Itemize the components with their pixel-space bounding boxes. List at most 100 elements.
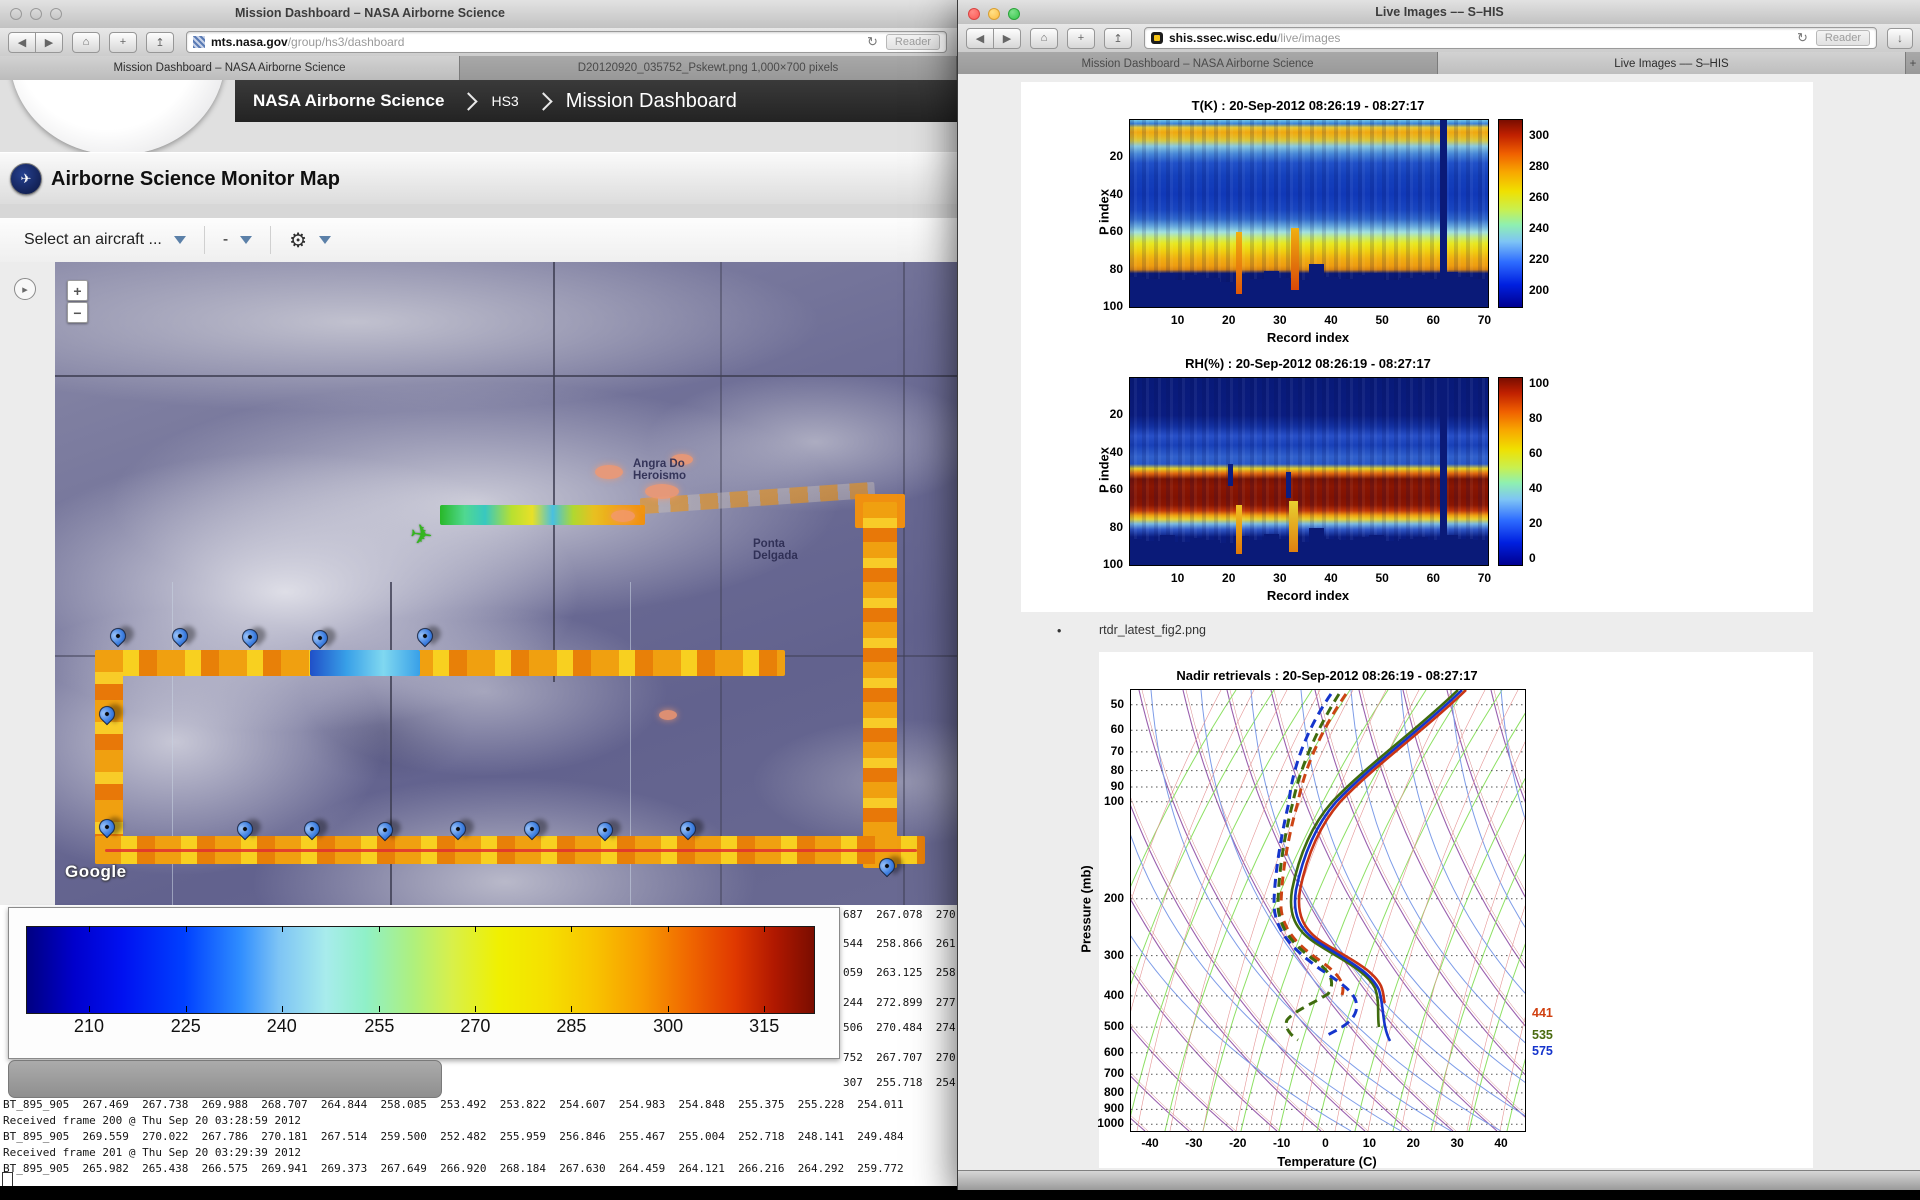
settings-menu[interactable]: ⚙ — [289, 228, 331, 253]
pressure-tick-label: 90 — [1084, 779, 1124, 793]
colorbar-tick-mark — [379, 926, 380, 932]
forward-button[interactable]: ▶ — [994, 28, 1021, 49]
tab-live-images[interactable]: Live Images –– S–HIS — [1438, 52, 1906, 76]
range-select[interactable]: - — [223, 231, 252, 249]
pressure-tick-label: 80 — [1084, 763, 1124, 777]
hurricane-map[interactable]: ✈ Angra Do Heroismo Ponta Delgada + — [55, 262, 957, 905]
terminal-line-fragment: 059 263.125 258.706 — [843, 966, 957, 979]
tk-colorbar — [1498, 119, 1523, 308]
tk-spike — [1236, 232, 1242, 294]
reader-button[interactable]: Reader — [1816, 30, 1870, 46]
image-link-rtdr-fig2[interactable]: rtdr_latest_fig2.png — [1099, 623, 1206, 637]
address-bar[interactable]: shis.ssec.wisc.edu /live/images ↻ Reader — [1144, 27, 1877, 49]
surface-bar — [1324, 277, 1339, 307]
minimize-window-icon[interactable] — [30, 8, 42, 20]
home-button[interactable]: ⌂ — [72, 32, 100, 53]
reload-icon[interactable]: ↻ — [1793, 30, 1812, 46]
tab-mission-dashboard[interactable]: Mission Dashboard – NASA Airborne Scienc… — [958, 52, 1438, 76]
x-tick-label: 20 — [1222, 313, 1235, 327]
back-button[interactable]: ◀ — [966, 28, 994, 49]
aircraft-select[interactable]: Select an aircraft ... — [24, 231, 186, 249]
y-tick-label: 80 — [1083, 262, 1123, 276]
surface-bar — [1190, 275, 1205, 307]
colorbar-tick-label: 60 — [1529, 446, 1542, 460]
colorbar-tick-label: 315 — [749, 1016, 779, 1037]
surface-bar — [1339, 279, 1354, 307]
right-titlebar[interactable]: Live Images –– S–HIS — [958, 0, 1920, 25]
rh-surface-profile — [1130, 520, 1488, 565]
site-favicon — [193, 36, 205, 48]
url-host: shis.ssec.wisc.edu — [1169, 31, 1277, 45]
terminal-output[interactable]: 210225240255270285300315 687 267.078 270… — [0, 905, 957, 1186]
skewt-canvas — [1131, 690, 1525, 1131]
forward-button[interactable]: ▶ — [36, 32, 63, 53]
tab-pskewt-image[interactable]: D20120920_035752_Pskewt.png 1,000×700 pi… — [460, 56, 957, 80]
temperature-tick-label: -40 — [1141, 1136, 1158, 1150]
downloads-button[interactable]: ↓ — [1887, 28, 1913, 49]
x-tick-label: 60 — [1427, 571, 1440, 585]
y-tick-label: 100 — [1083, 557, 1123, 571]
sidebar-expand-button[interactable]: ▸ — [14, 278, 36, 300]
aircraft-select-value: Select an aircraft ... — [24, 231, 162, 249]
x-tick-label: 70 — [1478, 571, 1491, 585]
satellite-clouds — [55, 262, 957, 905]
surface-bar — [1354, 275, 1369, 307]
new-tab-stub[interactable]: + — [1906, 52, 1920, 76]
colorbar-tick-mark — [764, 926, 765, 932]
x-tick-label: 70 — [1478, 313, 1491, 327]
colorbar-tick-mark — [282, 926, 283, 932]
temperature-tick-label: 0 — [1322, 1136, 1329, 1150]
surface-bar — [1473, 279, 1488, 307]
compass-logo — [10, 80, 225, 152]
back-button[interactable]: ◀ — [8, 32, 36, 53]
left-nav-toolbar: ◀ ▶ ⌂ + ↥ mts.nasa.gov /group/hs3/dashbo… — [0, 28, 957, 57]
new-tab-button[interactable]: + — [109, 32, 137, 53]
graticule-line — [720, 262, 722, 905]
new-tab-button[interactable]: + — [1067, 28, 1095, 49]
rh-plot-title: RH(%) : 20-Sep-2012 08:26:19 - 08:27:17 — [1129, 356, 1487, 371]
y-tick-label: 40 — [1083, 187, 1123, 201]
breadcrumb-nasa-airborne-science[interactable]: NASA Airborne Science — [253, 91, 444, 111]
rh-missing-record — [1440, 378, 1447, 565]
rh-colorbar — [1498, 377, 1523, 566]
zoom-window-icon[interactable] — [50, 8, 62, 20]
tab-mission-dashboard[interactable]: Mission Dashboard – NASA Airborne Scienc… — [0, 56, 460, 80]
aircraft-icon[interactable]: ✈ — [408, 519, 435, 553]
surface-bar — [1414, 537, 1429, 565]
reload-icon[interactable]: ↻ — [863, 34, 882, 50]
x-tick-label: 60 — [1427, 313, 1440, 327]
share-button[interactable]: ↥ — [146, 32, 174, 53]
pressure-tick-label: 100 — [1084, 794, 1124, 808]
terminal-line: BT_895_905 267.469 267.738 269.988 268.7… — [3, 1098, 904, 1111]
colorbar-tick-label: 225 — [171, 1016, 201, 1037]
x-tick-label: 30 — [1273, 571, 1286, 585]
scrollbar-thumb[interactable] — [8, 1060, 442, 1098]
pressure-tick-label: 600 — [1084, 1045, 1124, 1059]
left-browser-window: Mission Dashboard – NASA Airborne Scienc… — [0, 0, 957, 1186]
colorbar-tick-mark — [282, 1006, 283, 1012]
close-window-icon[interactable] — [10, 8, 22, 20]
colorbar-tick-label: 255 — [364, 1016, 394, 1037]
temperature-tick-label: -30 — [1185, 1136, 1202, 1150]
surface-bar — [1384, 541, 1399, 565]
map-zoom-in-button[interactable]: + — [67, 280, 88, 301]
left-titlebar[interactable]: Mission Dashboard – NASA Airborne Scienc… — [0, 0, 957, 29]
flight-track-redline — [105, 849, 917, 852]
surface-bar — [1324, 539, 1339, 565]
y-tick-label: 60 — [1083, 482, 1123, 496]
address-bar[interactable]: mts.nasa.gov /group/hs3/dashboard ↻ Read… — [186, 31, 947, 53]
x-tick-label: 30 — [1273, 313, 1286, 327]
map-zoom-out-button[interactable]: − — [67, 302, 88, 323]
surface-bar — [1264, 271, 1279, 307]
surface-bar — [1458, 539, 1473, 565]
home-button[interactable]: ⌂ — [1030, 28, 1058, 49]
surface-bar — [1414, 275, 1429, 307]
breadcrumb-hs3[interactable]: HS3 — [491, 93, 518, 109]
surface-bar — [1369, 273, 1384, 307]
graticule-line — [553, 262, 555, 682]
reader-button[interactable]: Reader — [886, 34, 940, 50]
colorbar-tick-label: 285 — [556, 1016, 586, 1037]
url-host: mts.nasa.gov — [211, 35, 288, 49]
share-button[interactable]: ↥ — [1104, 28, 1132, 49]
surface-bar — [1130, 539, 1145, 565]
